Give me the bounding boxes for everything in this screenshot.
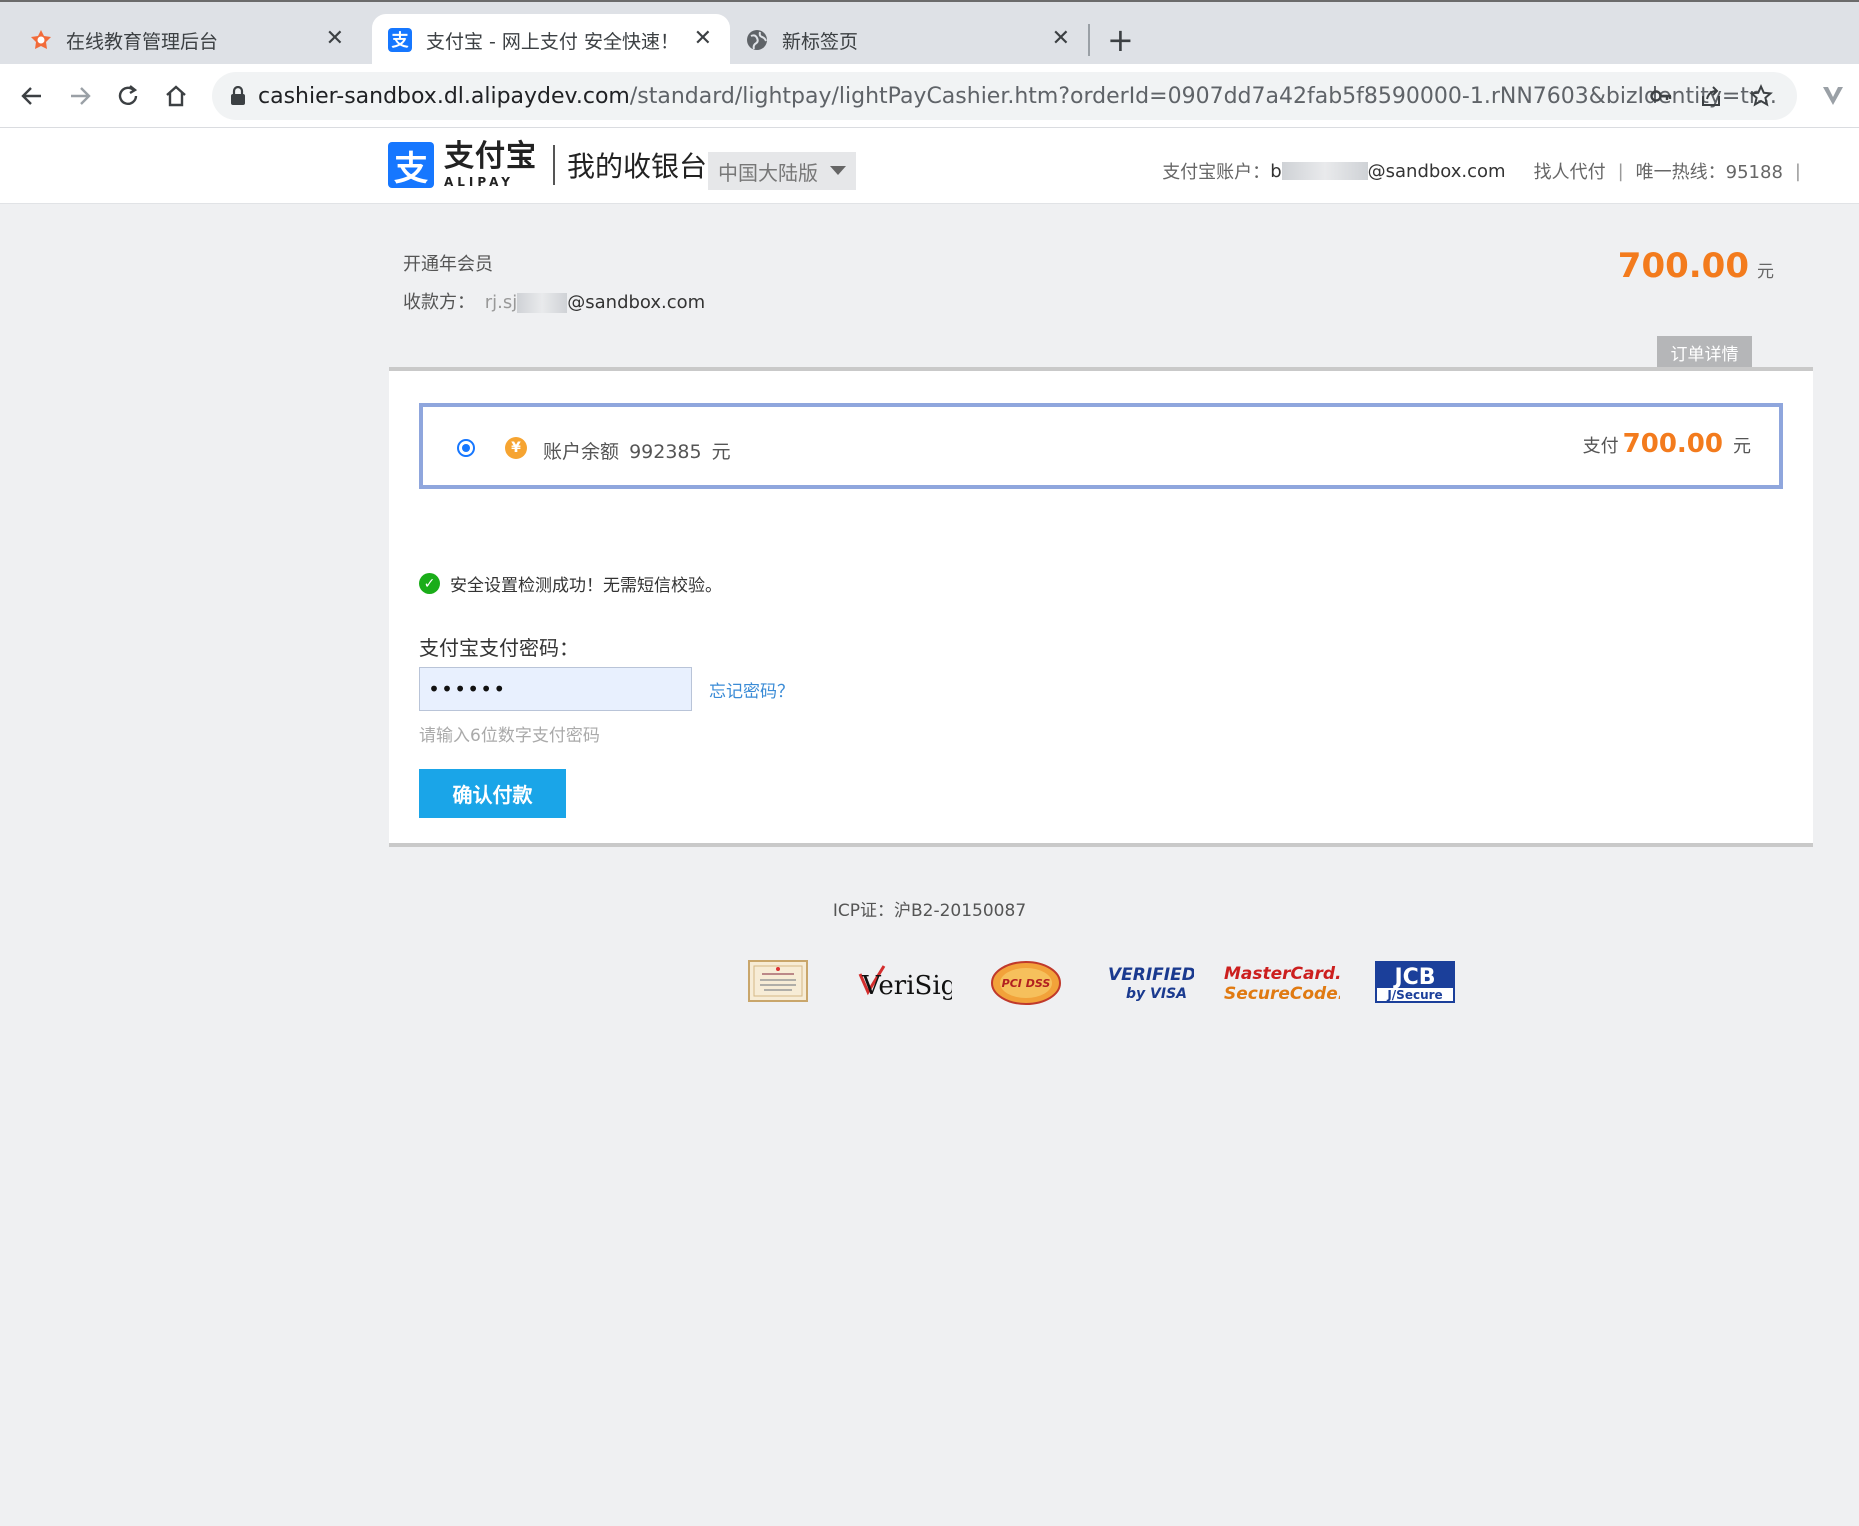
lock-icon[interactable] [230,86,246,106]
cashier-header: 支 支付宝 ALIPAY 我的收银台 中国大陆版 支付宝账户： b @sandb… [0,128,1859,204]
balance-unit: 元 [711,441,731,463]
tab-online-edu-admin[interactable]: 在线教育管理后台 ✕ [12,14,362,66]
svg-text:支: 支 [392,30,410,51]
url-path: /standard/lightpay/lightPayCashier.htm?o… [629,83,1777,109]
redacted-block [1281,162,1368,180]
order-amount: 700.00 元 [1618,246,1774,286]
tab-title: 新标签页 [782,30,859,53]
flower-icon [30,29,52,51]
share-icon[interactable] [1693,78,1729,114]
mastercard-text-1: MasterCard. [1224,964,1340,984]
verified-by-visa-badge[interactable]: VERIFIED by VISA [1104,960,1194,1004]
redacted-block [517,293,568,313]
browser-tabstrip: 在线教育管理后台 ✕ 支 支付宝 - 网上支付 安全快速！ ✕ 新标签页 ✕ + [0,0,1859,66]
balance-text: 账户余额 [543,441,620,463]
forward-arrow-icon[interactable] [62,78,98,114]
new-tab-button[interactable]: + [1107,20,1134,60]
verisign-badge[interactable]: VeriSign [854,960,952,1004]
alipay-logo[interactable]: 支 支付宝 ALIPAY 我的收银台 [388,139,708,189]
pci-dss-text: PCI DSS [1002,977,1051,990]
home-icon[interactable] [158,78,194,114]
jcb-text-1: JCB [1392,965,1435,990]
reload-icon[interactable] [110,78,146,114]
password-label: 支付宝支付密码： [419,636,579,660]
currency-unit: 元 [1757,262,1774,282]
extension-v-icon[interactable] [1815,78,1851,114]
balance-value: 992385 [629,441,702,463]
close-icon[interactable]: ✕ [326,26,344,51]
check-circle-icon: ✓ [419,573,440,594]
payment-panel: ¥ 账户余额 992385 元 支付 700.00 元 ✓ 安全设置检测成功！无需短… [389,367,1813,847]
balance-label: 账户余额 992385 元 [543,437,731,464]
back-arrow-icon[interactable] [14,78,50,114]
order-details-button[interactable]: 订单详情 [1657,336,1752,368]
pci-dss-badge[interactable]: PCI DSS [990,960,1062,1006]
tab-new-tab[interactable]: 新标签页 ✕ [730,14,1088,66]
yuan-coin-icon: ¥ [505,437,527,459]
payment-password-input[interactable] [419,667,692,711]
tab-title: 在线教育管理后台 [66,30,219,53]
logo-cn-text: 支付宝 [444,139,537,174]
alipay-logo-icon: 支 [388,142,434,189]
password-hint: 请输入6位数字支付密码 [419,726,600,746]
security-text: 安全设置检测成功！无需短信校验。 [450,576,722,596]
region-label: 中国大陆版 [718,160,818,185]
visa-text-1: VERIFIED [1108,965,1194,985]
jcb-jsecure-badge[interactable]: JCB J/Secure [1374,960,1456,1004]
caret-down-icon [830,166,846,176]
account-prefix: b [1270,160,1282,182]
header-separator: | [1794,160,1801,182]
tab-alipay[interactable]: 支 支付宝 - 网上支付 安全快速！ ✕ [372,14,730,66]
close-icon[interactable]: ✕ [694,26,712,51]
pay-unit: 元 [1733,436,1751,457]
region-select[interactable]: 中国大陆版 [708,152,856,190]
logo-divider [553,145,555,185]
verisign-text: VeriSign [861,971,952,1001]
order-amount-value: 700.00 [1617,246,1749,286]
payee-label: 收款方： [403,292,475,313]
header-account-bar: 支付宝账户： b @sandbox.com 找人代付 | 唯一热线：95188 … [1162,158,1813,184]
payee-suffix: @sandbox.com [567,292,706,313]
payment-method-balance[interactable]: ¥ 账户余额 992385 元 支付 700.00 元 [419,403,1783,489]
forgot-password-link[interactable]: 忘记密码？ [709,677,794,702]
security-check-message: ✓ 安全设置检测成功！无需短信校验。 [419,571,722,596]
payee-prefix: rj.sj [484,292,518,313]
confirm-payment-button[interactable]: 确认付款 [419,769,566,818]
order-name: 开通年会员 [403,254,493,275]
certificate-badge-icon[interactable] [748,960,808,1002]
browser-toolbar: cashier-sandbox.dl.alipaydev.com/standar… [0,64,1859,128]
account-suffix: @sandbox.com [1367,160,1506,182]
find-payer-link[interactable]: 找人代付 [1534,158,1606,184]
star-icon[interactable] [1743,78,1779,114]
key-icon[interactable] [1643,78,1679,114]
pay-amount: 700.00 [1622,429,1723,459]
url-host: cashier-sandbox.dl.alipaydev.com [258,83,630,109]
alipay-icon: 支 [388,28,412,52]
logo-en-text: ALIPAY [444,175,514,189]
balance-radio[interactable] [457,439,475,457]
jcb-text-2: J/Secure [1386,988,1442,1002]
page-title: 我的收银台 [567,150,708,183]
mastercard-text-2: SecureCode. [1224,984,1340,1004]
address-bar[interactable]: cashier-sandbox.dl.alipaydev.com/standar… [212,72,1797,120]
visa-text-2: by VISA [1126,986,1187,1002]
tab-title: 支付宝 - 网上支付 安全快速！ [426,30,679,53]
tab-separator [1088,24,1090,56]
globe-icon [746,29,768,51]
hotline-text: 唯一热线：95188 [1635,162,1783,183]
account-label: 支付宝账户： [1162,162,1271,183]
payee-line: 收款方： rj.sj @sandbox.com [403,288,705,314]
header-separator: | [1617,160,1624,182]
pay-label: 支付 [1582,436,1619,457]
pay-amount-line: 支付 700.00 元 [1583,429,1751,459]
icp-license: ICP证：沪B2-20150087 [832,901,1027,921]
mastercard-securecode-badge[interactable]: MasterCard. SecureCode. [1220,960,1340,1004]
close-icon[interactable]: ✕ [1052,26,1070,51]
